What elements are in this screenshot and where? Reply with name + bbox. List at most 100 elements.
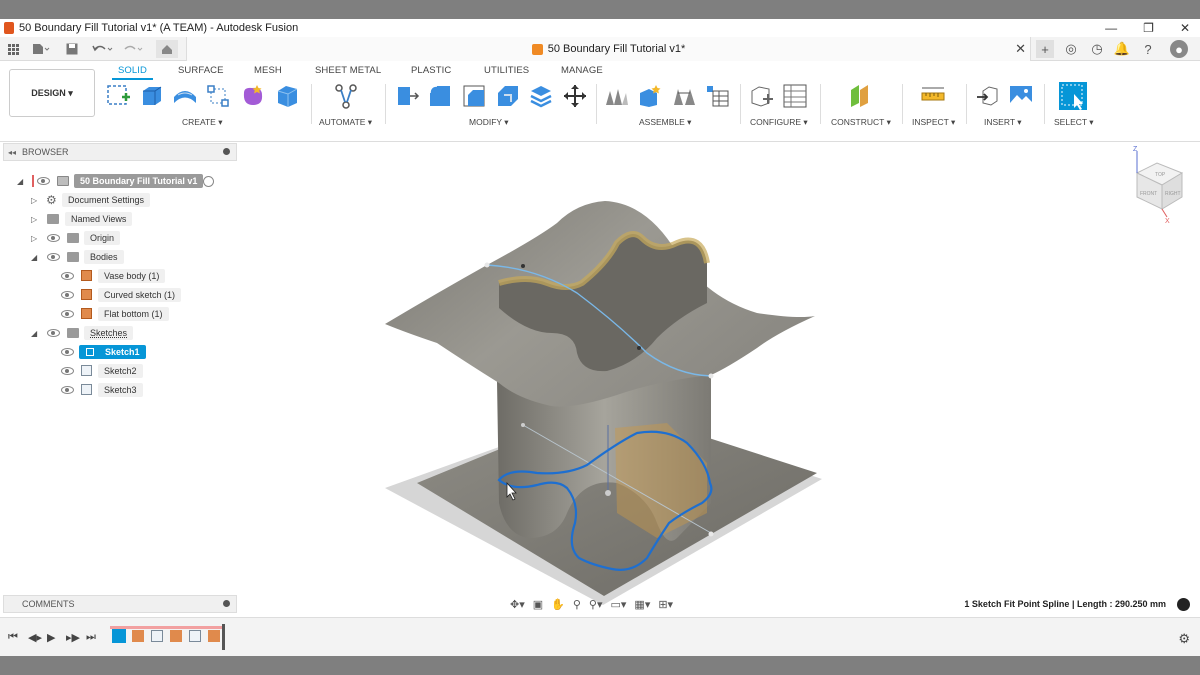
timeline-sketch1-icon[interactable] — [112, 629, 126, 643]
collapse-triangle-icon[interactable]: ◢ — [17, 177, 23, 186]
view-cube-right-label[interactable]: RIGHT — [1165, 191, 1181, 197]
redo-icon[interactable] — [120, 41, 146, 57]
visibility-eye-icon[interactable] — [61, 291, 74, 299]
activate-radio-icon[interactable] — [203, 176, 214, 187]
insert-image-icon[interactable] — [1008, 83, 1034, 109]
timeline-feature-icon[interactable] — [208, 630, 220, 642]
close-tab-button[interactable]: ✕ — [1015, 41, 1026, 57]
tab-mesh[interactable]: MESH — [254, 65, 282, 76]
configure-icon[interactable] — [749, 83, 775, 109]
user-avatar[interactable]: ● — [1170, 40, 1188, 58]
inspect-group-label[interactable]: INSPECT ▾ — [912, 117, 955, 128]
tab-plastic[interactable]: PLASTIC — [411, 65, 451, 76]
expand-triangle-icon[interactable]: ▷ — [31, 215, 37, 224]
configure-group-label[interactable]: CONFIGURE ▾ — [750, 117, 808, 128]
visibility-eye-icon[interactable] — [47, 234, 60, 242]
collapse-triangle-icon[interactable]: ◢ — [31, 253, 37, 262]
insert-group-label[interactable]: INSERT ▾ — [984, 117, 1022, 128]
shell-icon[interactable] — [495, 83, 521, 109]
maximize-button[interactable]: ❐ — [1143, 21, 1154, 35]
configuration-table-icon[interactable] — [782, 83, 808, 109]
home-icon[interactable] — [156, 40, 178, 58]
timeline-feature-icon[interactable] — [170, 630, 182, 642]
zoom-icon[interactable]: ⚲ — [573, 598, 581, 611]
notifications-icon[interactable]: 🔔 — [1113, 40, 1131, 58]
visibility-eye-icon[interactable] — [61, 386, 74, 394]
spline-point[interactable] — [484, 262, 490, 268]
orbit-icon[interactable]: ✥▾ — [510, 598, 525, 611]
move-copy-icon[interactable] — [562, 83, 588, 109]
collapse-triangle-icon[interactable]: ◢ — [31, 329, 37, 338]
joint-icon[interactable] — [637, 83, 663, 109]
timeline-feature-icon[interactable] — [132, 630, 144, 642]
minimize-button[interactable]: — — [1105, 21, 1117, 35]
document-tab[interactable]: 50 Boundary Fill Tutorial v1* ✕ — [186, 37, 1031, 61]
construct-group-label[interactable]: CONSTRUCT ▾ — [831, 117, 891, 128]
select-icon[interactable] — [1058, 81, 1088, 111]
offset-plane-icon[interactable] — [847, 83, 873, 109]
extrude-icon[interactable] — [139, 83, 165, 109]
visibility-eye-icon[interactable] — [47, 253, 60, 261]
save-icon[interactable] — [64, 41, 80, 57]
file-icon[interactable] — [30, 41, 52, 57]
timeline-track[interactable] — [110, 624, 226, 650]
revolve-icon[interactable] — [172, 83, 198, 109]
new-component-icon[interactable] — [604, 83, 630, 109]
view-cube-top-label[interactable]: TOP — [1155, 172, 1166, 178]
fillet-icon[interactable] — [427, 83, 453, 109]
spline-point[interactable] — [708, 373, 714, 379]
timeline-sketch-icon[interactable] — [151, 630, 163, 642]
tab-utilities[interactable]: UTILITIES — [484, 65, 529, 76]
viewports-icon[interactable]: ⊞▾ — [658, 598, 673, 611]
spline-point[interactable] — [637, 346, 641, 350]
grid-menu-icon[interactable] — [6, 41, 20, 57]
visibility-eye-icon[interactable] — [61, 272, 74, 280]
tab-sheet-metal[interactable]: SHEET METAL — [315, 65, 381, 76]
extensions-icon[interactable]: ◎ — [1062, 40, 1080, 58]
view-cube-front-label[interactable]: FRONT — [1140, 191, 1157, 197]
insert-derive-icon[interactable] — [975, 83, 1001, 109]
close-window-button[interactable]: ✕ — [1180, 21, 1190, 35]
view-cube[interactable]: TOP FRONT RIGHT Z X — [1133, 146, 1184, 225]
visibility-eye-icon[interactable] — [37, 177, 50, 185]
expand-triangle-icon[interactable]: ▷ — [31, 196, 37, 205]
help-icon[interactable]: ? — [1139, 40, 1157, 58]
new-tab-icon[interactable]: + — [1036, 40, 1054, 58]
browser-root-row[interactable]: ◢ 50 Boundary Fill Tutorial v1 — [0, 173, 237, 189]
create-group-label[interactable]: CREATE ▾ — [182, 117, 222, 128]
go-to-start-icon[interactable]: ⏮ — [8, 631, 18, 644]
step-back-icon[interactable]: ◀▸ — [28, 631, 42, 644]
go-to-end-icon[interactable]: ⏭ — [86, 631, 96, 644]
visibility-eye-icon[interactable] — [61, 310, 74, 318]
tab-manage[interactable]: MANAGE — [561, 65, 603, 76]
timeline-marker[interactable] — [222, 624, 225, 650]
chamfer-icon[interactable] — [461, 83, 487, 109]
zoom-window-icon[interactable]: ⚲▾ — [589, 598, 603, 611]
display-settings-icon[interactable]: ▭▾ — [611, 598, 627, 611]
step-forward-icon[interactable]: ▸▶ — [66, 631, 80, 644]
expand-triangle-icon[interactable]: ▷ — [31, 234, 37, 243]
form-icon[interactable] — [240, 83, 266, 109]
assemble-group-label[interactable]: ASSEMBLE ▾ — [639, 117, 691, 128]
visibility-eye-icon[interactable] — [61, 348, 74, 356]
as-built-joint-icon[interactable] — [671, 83, 697, 109]
create-sketch-icon[interactable] — [106, 83, 132, 109]
status-indicator-icon[interactable] — [1177, 598, 1190, 611]
tab-solid[interactable]: SOLID — [111, 65, 154, 80]
sweep-icon[interactable] — [205, 83, 231, 109]
spline-point[interactable] — [521, 264, 525, 268]
spline-point[interactable] — [605, 490, 611, 496]
play-icon[interactable]: ▶ — [47, 631, 55, 644]
box-icon[interactable] — [274, 83, 300, 109]
visibility-eye-icon[interactable] — [47, 329, 60, 337]
browser-header[interactable]: ◂◂ BROWSER — [3, 143, 237, 161]
look-at-icon[interactable]: ▣ — [533, 598, 543, 611]
automate-icon[interactable] — [333, 83, 359, 109]
modify-group-label[interactable]: MODIFY ▾ — [469, 117, 509, 128]
workspace-switcher-button[interactable]: DESIGN ▾ — [9, 69, 95, 117]
3d-viewport[interactable]: TOP FRONT RIGHT Z X — [237, 143, 1200, 613]
split-body-icon[interactable] — [528, 83, 554, 109]
comments-add-icon[interactable] — [223, 600, 230, 607]
press-pull-icon[interactable] — [394, 83, 420, 109]
spline-point[interactable] — [708, 531, 714, 537]
